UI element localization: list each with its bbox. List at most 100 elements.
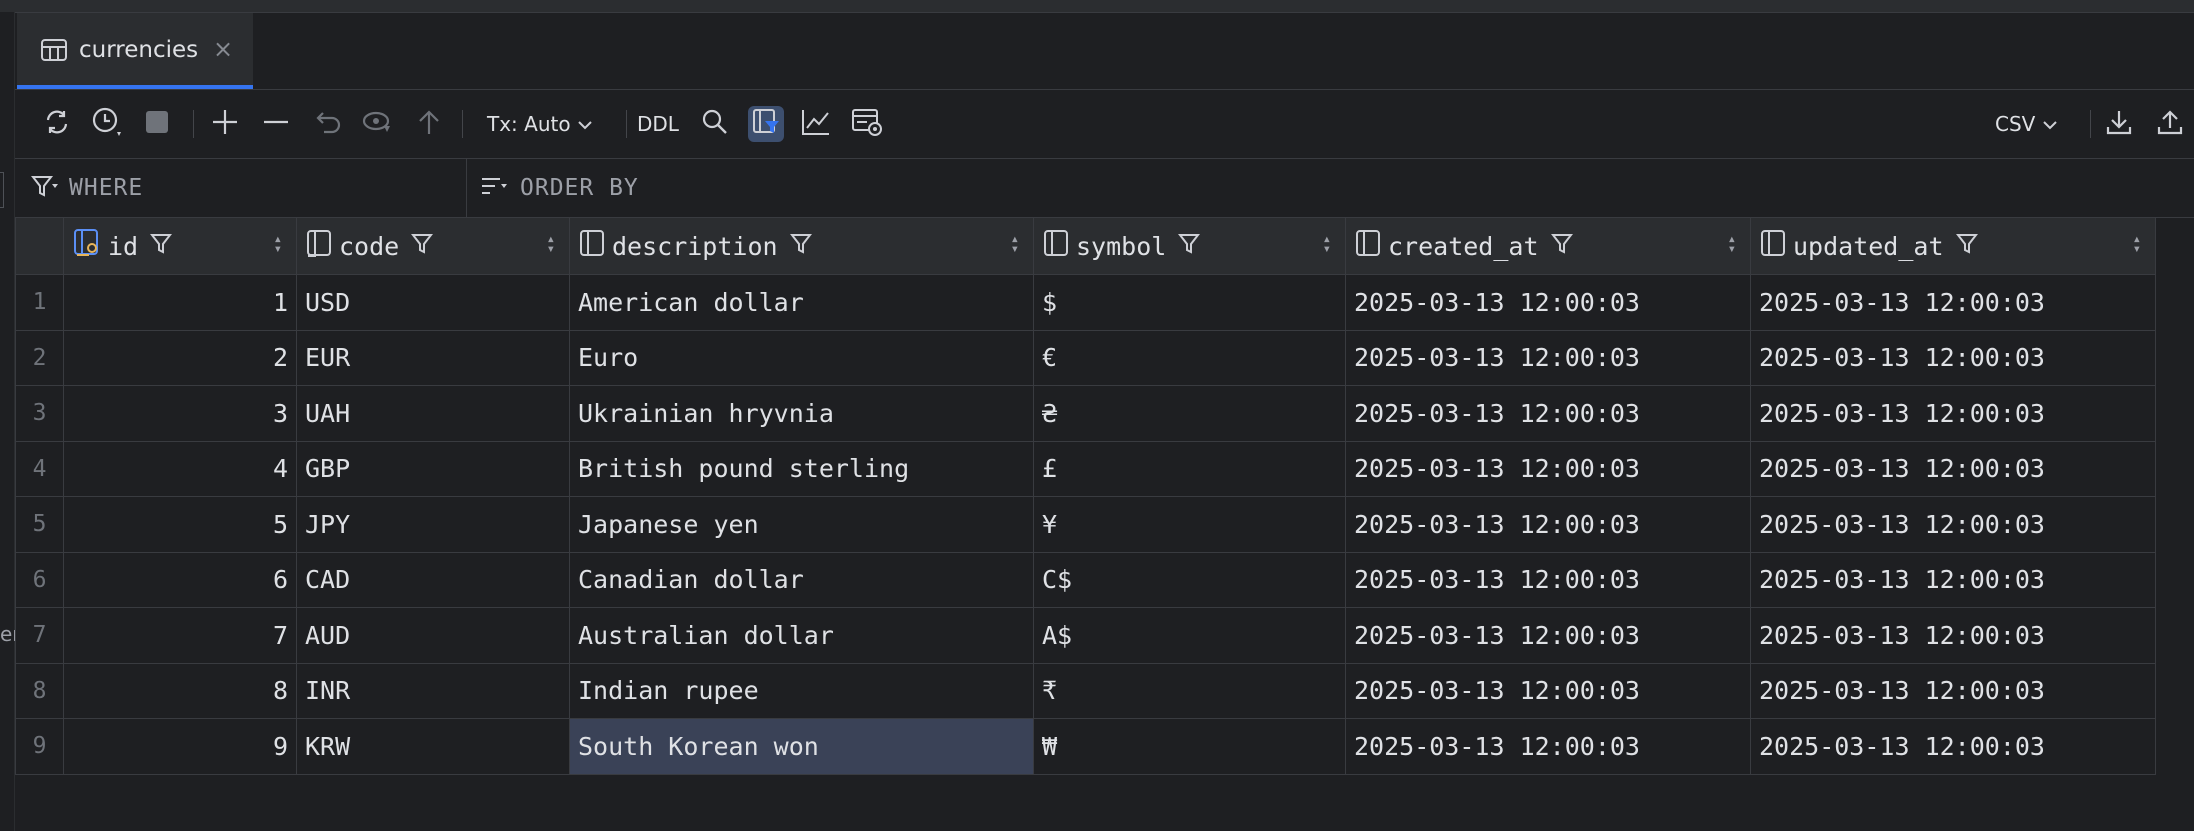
sort-arrows-icon[interactable]: ▴ ▾ [2133, 232, 2141, 256]
cell-symbol[interactable]: ₴ [1033, 385, 1346, 442]
row-number[interactable]: 2 [15, 329, 64, 386]
cell-created-at[interactable]: 2025-03-13 12:00:03 [1345, 607, 1751, 664]
compare-button[interactable] [849, 106, 885, 142]
chart-button[interactable] [798, 106, 834, 142]
cell-id[interactable]: 4 [63, 440, 297, 497]
cell-code[interactable]: INR [296, 662, 570, 719]
cell-symbol[interactable]: $ [1033, 274, 1346, 331]
row-number[interactable]: 9 [15, 718, 64, 775]
table-row[interactable]: 6 6 CAD Canadian dollar C$ 2025-03-13 12… [15, 551, 2156, 608]
column-header-created-at[interactable]: created_at ▴ ▾ [1345, 217, 1751, 275]
table-row[interactable]: 7 7 AUD Australian dollar A$ 2025-03-13 … [15, 607, 2156, 664]
cell-updated-at[interactable]: 2025-03-13 12:00:03 [1750, 662, 2156, 719]
cell-code[interactable]: KRW [296, 718, 570, 775]
order-by-field[interactable]: ORDER BY [480, 159, 639, 217]
cell-updated-at[interactable]: 2025-03-13 12:00:03 [1750, 496, 2156, 553]
table-row[interactable]: 4 4 GBP British pound sterling £ 2025-03… [15, 440, 2156, 497]
cell-id[interactable]: 2 [63, 329, 297, 386]
side-panel-handle[interactable] [0, 172, 4, 208]
column-header-code[interactable]: code ▴ ▾ [296, 217, 570, 275]
cell-created-at[interactable]: 2025-03-13 12:00:03 [1345, 440, 1751, 497]
table-row[interactable]: 3 3 UAH Ukrainian hryvnia ₴ 2025-03-13 1… [15, 385, 2156, 442]
table-row[interactable]: 8 8 INR Indian rupee ₹ 2025-03-13 12:00:… [15, 662, 2156, 719]
where-filter-field[interactable]: WHERE [30, 159, 143, 217]
delete-row-button[interactable] [258, 106, 294, 142]
filter-icon[interactable] [1955, 232, 1978, 261]
cell-created-at[interactable]: 2025-03-13 12:00:03 [1345, 718, 1751, 775]
cell-id[interactable]: 5 [63, 496, 297, 553]
row-number[interactable]: 5 [15, 496, 64, 553]
cell-description[interactable]: Euro [569, 329, 1034, 386]
filter-icon[interactable] [1178, 232, 1201, 261]
revert-button[interactable] [310, 106, 346, 142]
cell-code[interactable]: UAH [296, 385, 570, 442]
cell-description[interactable]: American dollar [569, 274, 1034, 331]
filter-icon[interactable] [1550, 232, 1573, 261]
filter-icon[interactable] [789, 232, 812, 261]
stop-button[interactable] [139, 106, 175, 142]
import-upload-button[interactable] [2152, 106, 2188, 142]
sort-arrows-icon[interactable]: ▴ ▾ [274, 232, 282, 256]
row-number[interactable]: 1 [15, 274, 64, 331]
column-header-description[interactable]: description ▴ ▾ [569, 217, 1034, 275]
cell-description[interactable]: Ukrainian hryvnia [569, 385, 1034, 442]
cell-code[interactable]: JPY [296, 496, 570, 553]
cell-updated-at[interactable]: 2025-03-13 12:00:03 [1750, 607, 2156, 664]
tab-currencies[interactable]: currencies × [17, 13, 253, 89]
cell-symbol[interactable]: A$ [1033, 607, 1346, 664]
row-number[interactable]: 8 [15, 662, 64, 719]
cell-updated-at[interactable]: 2025-03-13 12:00:03 [1750, 440, 2156, 497]
column-header-symbol[interactable]: symbol ▴ ▾ [1033, 217, 1346, 275]
column-header-id[interactable]: id ▴ ▾ [63, 217, 297, 275]
cell-updated-at[interactable]: 2025-03-13 12:00:03 [1750, 551, 2156, 608]
cell-id[interactable]: 9 [63, 718, 297, 775]
cell-id[interactable]: 1 [63, 274, 297, 331]
cell-code[interactable]: GBP [296, 440, 570, 497]
cell-code[interactable]: USD [296, 274, 570, 331]
history-button[interactable] [89, 106, 125, 142]
cell-symbol[interactable]: C$ [1033, 551, 1346, 608]
cell-description[interactable]: Canadian dollar [569, 551, 1034, 608]
cell-description[interactable]: Japanese yen [569, 496, 1034, 553]
cell-created-at[interactable]: 2025-03-13 12:00:03 [1345, 662, 1751, 719]
cell-updated-at[interactable]: 2025-03-13 12:00:03 [1750, 274, 2156, 331]
sort-arrows-icon[interactable]: ▴ ▾ [1011, 232, 1019, 256]
export-download-button[interactable] [2101, 106, 2137, 142]
cell-id[interactable]: 8 [63, 662, 297, 719]
cell-code[interactable]: AUD [296, 607, 570, 664]
cell-created-at[interactable]: 2025-03-13 12:00:03 [1345, 496, 1751, 553]
filter-view-toggle[interactable] [748, 106, 784, 142]
add-row-button[interactable] [207, 106, 243, 142]
cell-symbol[interactable]: ₹ [1033, 662, 1346, 719]
row-number[interactable]: 6 [15, 551, 64, 608]
submit-button[interactable] [360, 106, 396, 142]
cell-updated-at[interactable]: 2025-03-13 12:00:03 [1750, 329, 2156, 386]
column-header-updated-at[interactable]: updated_at ▴ ▾ [1750, 217, 2156, 275]
transaction-mode-dropdown[interactable]: Tx: Auto [487, 112, 593, 136]
cell-updated-at[interactable]: 2025-03-13 12:00:03 [1750, 718, 2156, 775]
row-number[interactable]: 7 [15, 607, 64, 664]
sort-arrows-icon[interactable]: ▴ ▾ [547, 232, 555, 256]
cell-symbol[interactable]: ¥ [1033, 496, 1346, 553]
ddl-button[interactable]: DDL [637, 112, 679, 136]
cell-symbol[interactable]: £ [1033, 440, 1346, 497]
export-format-dropdown[interactable]: CSV [1995, 112, 2058, 136]
cell-id[interactable]: 3 [63, 385, 297, 442]
cell-id[interactable]: 7 [63, 607, 297, 664]
search-button[interactable] [697, 106, 733, 142]
table-row[interactable]: 2 2 EUR Euro € 2025-03-13 12:00:03 2025-… [15, 329, 2156, 386]
cell-created-at[interactable]: 2025-03-13 12:00:03 [1345, 329, 1751, 386]
cell-id[interactable]: 6 [63, 551, 297, 608]
cell-symbol[interactable]: ₩ [1033, 718, 1346, 775]
close-icon[interactable]: × [213, 35, 233, 63]
row-number[interactable]: 4 [15, 440, 64, 497]
row-number[interactable]: 3 [15, 385, 64, 442]
cell-code[interactable]: CAD [296, 551, 570, 608]
cell-description[interactable]: Indian rupee [569, 662, 1034, 719]
cell-code[interactable]: EUR [296, 329, 570, 386]
row-number-header[interactable] [15, 217, 64, 275]
push-button[interactable] [411, 106, 447, 142]
sort-arrows-icon[interactable]: ▴ ▾ [1728, 232, 1736, 256]
refresh-button[interactable] [39, 106, 75, 142]
table-row[interactable]: 5 5 JPY Japanese yen ¥ 2025-03-13 12:00:… [15, 496, 2156, 553]
